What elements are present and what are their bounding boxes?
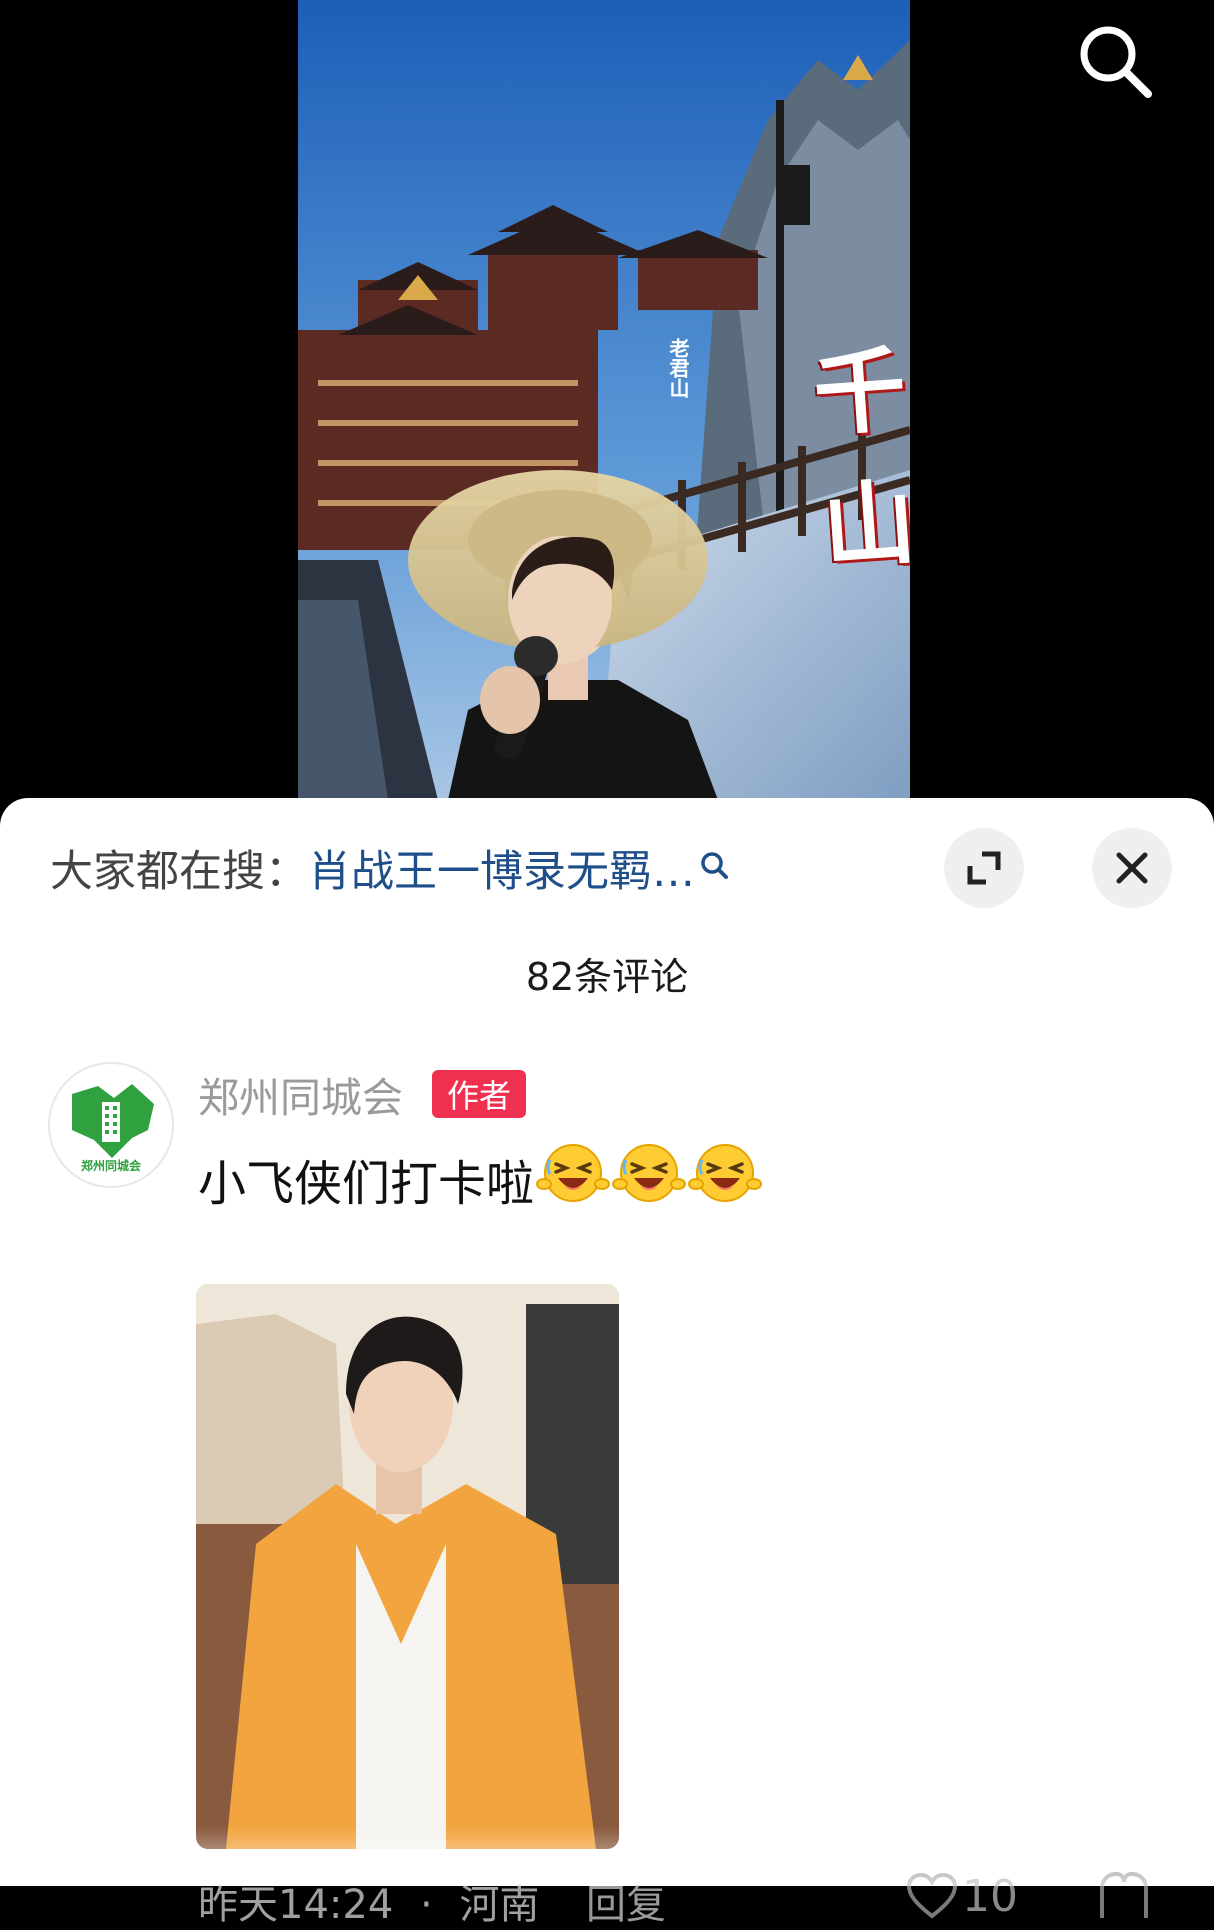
comment-count: 82条评论 [525, 955, 689, 999]
comment-timestamp: 昨天14:24 [198, 1882, 394, 1928]
comment-author[interactable]: 郑州同城会 [198, 1064, 403, 1124]
comment-body: 小飞侠们打卡啦 [198, 1156, 535, 1212]
trending-label: 大家都在搜： [50, 847, 308, 897]
trending-search-bar[interactable]: 大家都在搜： 肖战王一博录无羁… [50, 838, 729, 898]
comments-sheet: 大家都在搜： 肖战王一博录无羁… 82条评论 郑州同城会 郑州同城会 作者 小飞… [0, 798, 1214, 1928]
reply-button[interactable]: 回复 [586, 1872, 666, 1930]
video-frame[interactable]: 老君山 千山 [298, 0, 910, 800]
video-player[interactable]: 老君山 千山 [0, 0, 1214, 800]
author-badge: 作者 [432, 1070, 526, 1118]
emoji-row [534, 1140, 763, 1218]
trending-keyword-link[interactable]: 肖战王一博录无羁… [308, 837, 695, 899]
close-button[interactable] [1092, 828, 1172, 908]
comment-meta: 昨天14:24 · 河南 [198, 1872, 539, 1930]
like-count: 10 [962, 1870, 1018, 1922]
laughing-emoji [688, 1140, 763, 1206]
laughing-emoji [536, 1140, 611, 1206]
dislike-button[interactable] [1096, 1868, 1152, 1924]
expand-icon [967, 851, 1001, 885]
meta-separator: · [420, 1882, 433, 1928]
comment-text: 小飞侠们打卡啦 [198, 1140, 763, 1218]
close-icon [1116, 852, 1148, 884]
avatar-logo: 郑州同城会 [72, 1084, 154, 1173]
keyword-search-icon [699, 848, 729, 888]
comment-photo[interactable] [196, 1284, 619, 1849]
svg-text:郑州同城会: 郑州同城会 [81, 1158, 142, 1173]
laughing-emoji [612, 1140, 687, 1206]
search-button[interactable] [1074, 20, 1156, 102]
video-overlay-title: 千山 [810, 335, 910, 582]
expand-button[interactable] [944, 828, 1024, 908]
comment-photo-image [196, 1284, 619, 1849]
dislike-icon [1100, 1871, 1148, 1918]
avatar[interactable]: 郑州同城会 [48, 1062, 174, 1188]
heart-icon [906, 1872, 958, 1919]
like-button[interactable]: 10 [906, 1868, 1018, 1924]
search-icon [1080, 26, 1152, 98]
video-overlay-label: 老君山 [666, 338, 690, 398]
comment-location: 河南 [459, 1882, 540, 1928]
